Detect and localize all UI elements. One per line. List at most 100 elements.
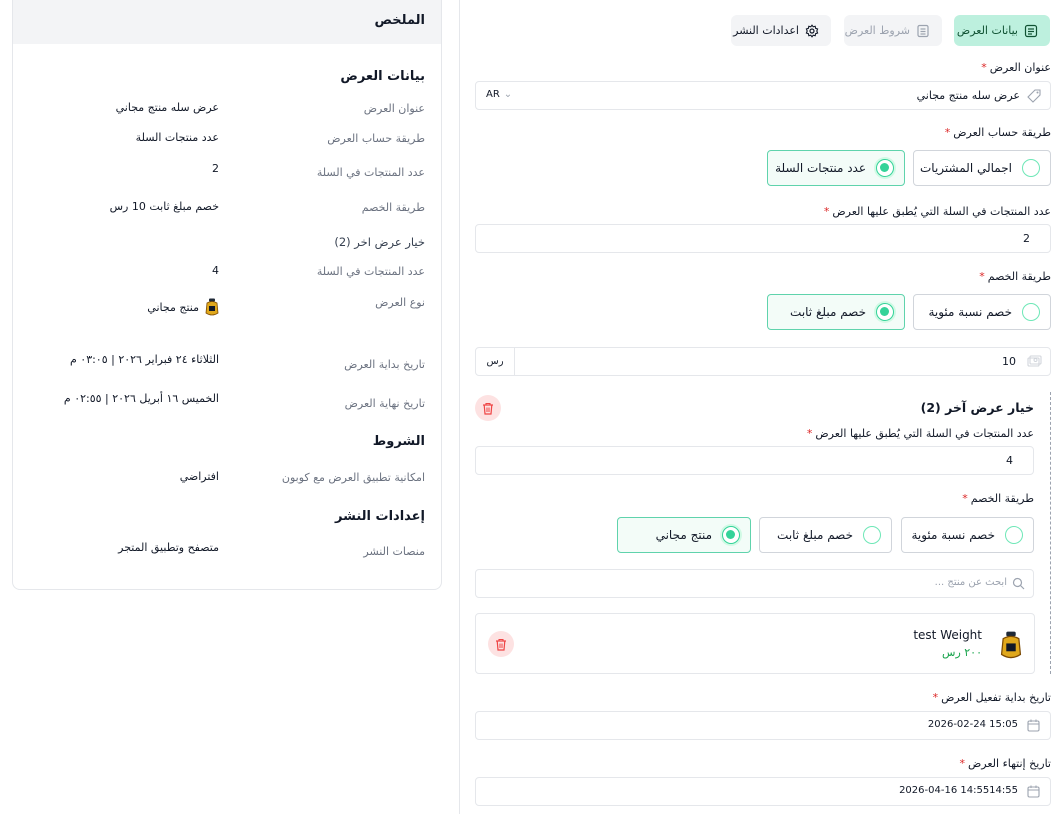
tab-publish-settings-label: اعدادات النشر — [733, 24, 799, 37]
summary-value-start: الثلاثاء ٢٤ فبراير ٢٠٢٦ | ٠٣:٠٥ م — [69, 353, 219, 366]
trash-icon — [495, 638, 507, 651]
calendar-icon — [1027, 719, 1040, 732]
discount-method-label: طريقة الخصم* — [979, 270, 1051, 283]
option2-count-label-text: عدد المنتجات في السلة التي يُطبق عليها ا… — [815, 427, 1034, 440]
option2-discount-label: طريقة الخصم* — [962, 492, 1034, 505]
tab-publish-settings[interactable]: اعدادات النشر — [731, 15, 831, 46]
option2-count-input[interactable]: 4 — [475, 446, 1034, 475]
option2-discount-fixed-label: خصم مبلغ ثابت — [777, 528, 853, 542]
option2-discount-free-product[interactable]: منتج مجاني — [617, 517, 751, 553]
required-mark: * — [979, 270, 985, 283]
product-search-placeholder: ابحث عن منتج ... — [934, 577, 1007, 588]
summary-value-platforms: متصفح وتطبيق المتجر — [118, 541, 219, 554]
tab-offer-conditions-label: شروط العرض — [844, 24, 910, 37]
product-thumbnail-icon — [205, 298, 219, 316]
discount-option-percentage[interactable]: خصم نسبة مئوية — [913, 294, 1051, 330]
option2-count-label: عدد المنتجات في السلة التي يُطبق عليها ا… — [807, 427, 1034, 440]
selected-product-card: test Weight ٢٠٠ رس — [475, 613, 1035, 674]
calendar-icon — [1027, 785, 1040, 798]
summary-label-coupon: امكانية تطبيق العرض مع كوبون — [281, 471, 425, 484]
language-select-value: AR — [486, 89, 500, 100]
required-mark: * — [944, 126, 951, 139]
discount-option-percentage-label: خصم نسبة مئوية — [928, 305, 1012, 319]
tab-offer-data-label: بيانات العرض — [956, 24, 1018, 37]
product-image — [1000, 630, 1022, 660]
summary-card: الملخص بيانات العرض عنوان العرض عرض سله … — [12, 0, 442, 590]
chevron-down-icon: ⌄ — [503, 89, 513, 100]
summary-label-count: عدد المنتجات في السلة — [316, 166, 425, 179]
cart-count-value: 2 — [1023, 232, 1030, 245]
product-price: ٢٠٠ رس — [942, 646, 982, 659]
language-select[interactable]: ⌄ AR — [486, 89, 512, 100]
radio-icon — [863, 526, 881, 544]
summary-label-count-2: عدد المنتجات في السلة — [316, 265, 425, 278]
summary-value-coupon: افتراضي — [179, 470, 219, 483]
option2-count-value: 4 — [1006, 454, 1013, 467]
summary-label-discount: طريقة الخصم — [361, 201, 425, 214]
summary-value-offer-type: منتج مجاني — [147, 298, 219, 316]
calc-option-total-purchases[interactable]: اجمالي المشتريات — [913, 150, 1051, 186]
summary-value-calc: عدد منتجات السلة — [135, 131, 219, 144]
panel-divider — [459, 0, 460, 814]
offer-title-input[interactable]: عرض سله منتج مجاني ⌄ AR — [475, 81, 1051, 110]
tag-icon — [1026, 88, 1042, 104]
tab-offer-conditions[interactable]: شروط العرض — [844, 15, 942, 46]
summary-value-count-2: 4 — [212, 264, 219, 277]
start-date-label-text: تاريخ بداية تفعيل العرض — [941, 691, 1051, 704]
option2-discount-fixed[interactable]: خصم مبلغ ثابت — [759, 517, 892, 553]
offer-title-label-text: عنوان العرض — [989, 61, 1051, 74]
summary-value-end: الخميس ١٦ أبريل ٢٠٢٦ | ٠٢:٥٥ م — [63, 392, 219, 405]
summary-label-title: عنوان العرض — [363, 102, 425, 115]
list-icon — [916, 24, 930, 38]
radio-selected-icon — [876, 159, 894, 177]
required-mark: * — [962, 492, 968, 505]
required-mark: * — [932, 691, 939, 704]
cart-count-label-text: عدد المنتجات في السلة التي يُطبق عليها ا… — [832, 205, 1051, 218]
summary-label-platforms: منصات النشر — [363, 545, 425, 558]
summary-conditions-title: الشروط — [372, 434, 425, 449]
option2-discount-percentage-label: خصم نسبة مئوية — [911, 528, 995, 542]
discount-amount-input[interactable]: 10 رس — [475, 347, 1051, 376]
summary-title: الملخص — [374, 13, 425, 28]
start-date-input[interactable]: 2026-02-24 15:05 — [475, 711, 1051, 740]
radio-selected-icon — [722, 526, 740, 544]
document-icon — [1024, 24, 1038, 38]
calc-option-cart-count-label: عدد منتجات السلة — [775, 161, 866, 175]
end-date-input[interactable]: 2026-04-16 14:5514:55 — [475, 777, 1051, 806]
product-search-input[interactable]: ابحث عن منتج ... — [475, 569, 1034, 598]
summary-value-title: عرض سله منتج مجاني — [115, 101, 219, 114]
calc-method-label: طريقة حساب العرض* — [945, 126, 1051, 139]
discount-option-fixed-label: خصم مبلغ ثابت — [790, 305, 866, 319]
required-mark: * — [806, 427, 813, 440]
start-date-value: 2026-02-24 15:05 — [927, 719, 1018, 730]
summary-value-discount: خصم مبلغ ثابت 10 رس — [109, 200, 219, 213]
end-date-label-text: تاريخ إنتهاء العرض — [968, 757, 1051, 770]
radio-selected-icon — [876, 303, 894, 321]
summary-offer-type-text: منتج مجاني — [147, 300, 199, 314]
discount-method-label-text: طريقة الخصم — [987, 270, 1051, 283]
delete-option-button[interactable] — [475, 395, 501, 421]
required-mark: * — [823, 205, 830, 218]
tab-offer-data[interactable]: بيانات العرض — [954, 15, 1050, 46]
option2-title: خيار عرض آخر (2) — [920, 400, 1034, 415]
gear-icon — [805, 23, 819, 38]
calc-option-total-purchases-label: اجمالي المشتريات — [920, 161, 1012, 175]
radio-icon — [1022, 303, 1040, 321]
cart-count-input[interactable]: 2 — [475, 224, 1051, 253]
offer-title-label: عنوان العرض* — [981, 61, 1051, 74]
calc-option-cart-count[interactable]: عدد منتجات السلة — [767, 150, 905, 186]
remove-product-button[interactable] — [488, 631, 514, 657]
required-mark: * — [959, 757, 966, 770]
required-mark: * — [981, 61, 987, 74]
search-icon — [1012, 577, 1025, 590]
summary-label-start: تاريخ بداية العرض — [344, 358, 425, 371]
discount-option-fixed[interactable]: خصم مبلغ ثابت — [767, 294, 905, 330]
offer-title-value: عرض سله منتج مجاني — [916, 89, 1020, 102]
summary-other-option-title: خيار عرض اخر (2) — [334, 235, 425, 249]
radio-icon — [1005, 526, 1023, 544]
currency-addon: رس — [476, 348, 515, 375]
money-icon — [1026, 354, 1042, 370]
trash-icon — [482, 402, 494, 415]
option2-discount-percentage[interactable]: خصم نسبة مئوية — [901, 517, 1034, 553]
summary-label-end: تاريخ نهاية العرض — [344, 397, 425, 410]
